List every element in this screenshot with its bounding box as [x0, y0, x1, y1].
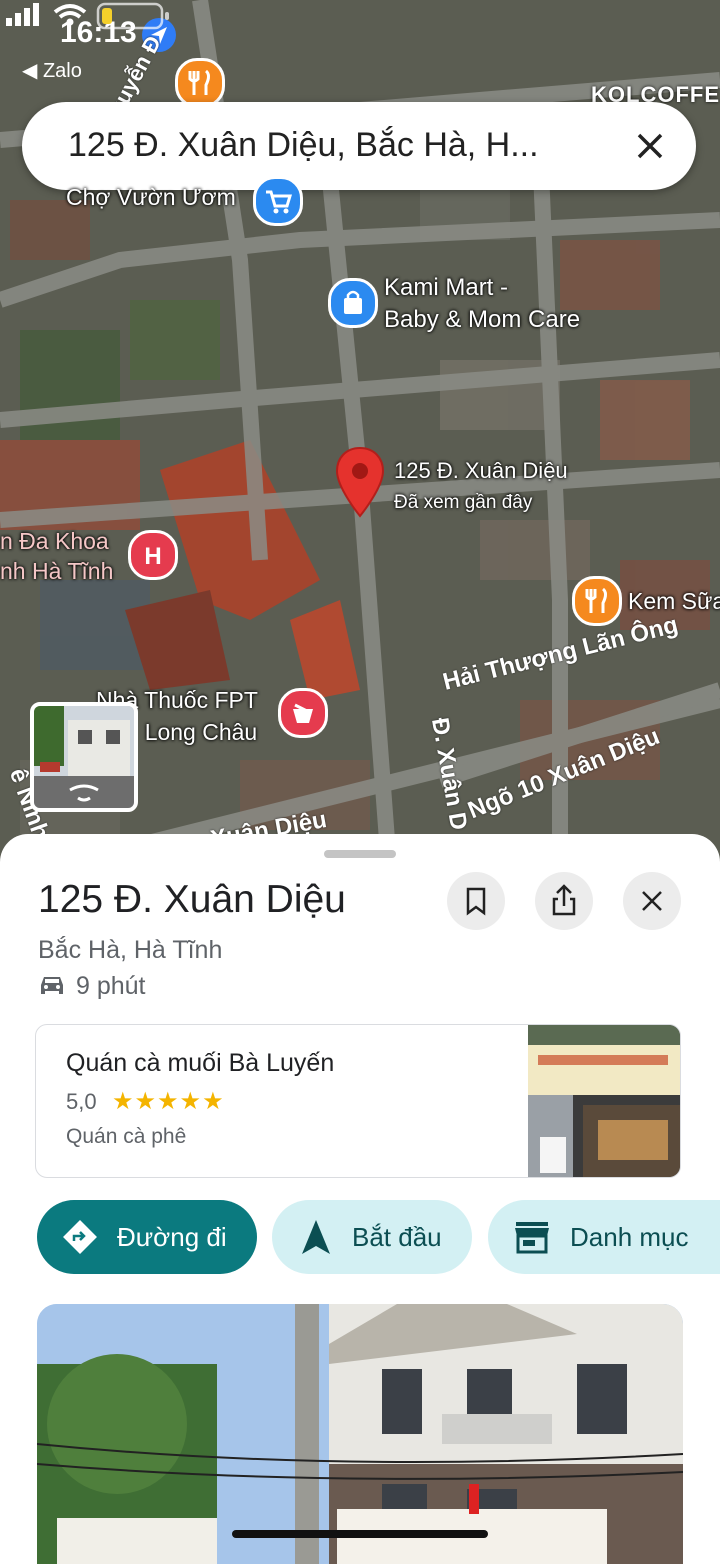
nearby-place-photo[interactable] — [528, 1025, 680, 1177]
directions-button[interactable]: Đường đi — [37, 1200, 257, 1274]
place-title: 125 Đ. Xuân Diệu — [38, 878, 346, 921]
selected-location-pin-icon[interactable] — [334, 446, 386, 518]
drive-time-text: 9 phút — [76, 972, 146, 1000]
directions-label: Đường đi — [117, 1222, 227, 1252]
poi-label-kami-mart[interactable]: Kami Mart - Baby & Mom Care — [384, 272, 580, 336]
catalog-button[interactable]: Danh mục — [488, 1200, 720, 1274]
rating-value: 5,0 — [66, 1089, 97, 1114]
rating-stars-icon: ★★★★★ — [112, 1088, 225, 1115]
poi-label-hospital[interactable]: n Đa Khoa nh Hà Tĩnh — [0, 526, 113, 586]
close-icon[interactable] — [626, 122, 674, 170]
nearby-place-card[interactable]: Quán cà muối Bà Luyến 5,0 ★★★★★ Quán cà … — [35, 1024, 681, 1178]
save-button[interactable] — [447, 872, 505, 930]
street-view-thumbnail[interactable] — [30, 702, 138, 812]
car-icon — [41, 977, 63, 994]
hospital-line-1: n Đa Khoa — [0, 528, 109, 554]
place-street-photo[interactable] — [37, 1304, 683, 1564]
svg-text:H: H — [144, 543, 161, 570]
start-label: Bắt đầu — [352, 1222, 442, 1252]
directions-icon — [63, 1220, 97, 1254]
start-navigation-button[interactable]: Bắt đầu — [272, 1200, 472, 1274]
share-icon — [552, 884, 576, 916]
back-to-app-link[interactable]: ◀ Zalo — [22, 58, 82, 83]
shopping-bag-icon[interactable] — [328, 278, 378, 328]
close-sheet-button[interactable] — [623, 872, 681, 930]
catalog-label: Danh mục — [570, 1222, 689, 1252]
storefront-icon — [515, 1222, 549, 1254]
selected-line-1: 125 Đ. Xuân Diệu — [394, 458, 568, 483]
kami-line-1: Kami Mart - — [384, 274, 509, 301]
shopping-cart-icon[interactable] — [253, 176, 303, 226]
poi-label-cho-vuon-uom[interactable]: Chợ Vườn Ươm — [66, 184, 236, 211]
nearby-place-name: Quán cà muối Bà Luyến — [66, 1049, 335, 1077]
place-bottom-sheet[interactable]: 125 Đ. Xuân Diệu Bắc Hà, Hà Tĩnh 9 phút … — [0, 834, 720, 1564]
system-status-icons — [6, 2, 169, 30]
restaurant-icon[interactable] — [175, 58, 225, 108]
nearby-place-category: Quán cà phê — [66, 1125, 187, 1148]
selected-line-2: Đã xem gần đây — [394, 492, 533, 513]
search-query[interactable]: 125 Đ. Xuân Diệu, Bắc Hà, H... — [68, 126, 588, 165]
status-bar: 16:13 ◀ Zalo — [0, 0, 720, 90]
place-address: Bắc Hà, Hà Tĩnh — [38, 936, 223, 964]
sheet-drag-handle[interactable] — [324, 850, 396, 858]
hospital-line-2: nh Hà Tĩnh — [0, 558, 114, 584]
restaurant-icon-kem[interactable] — [572, 576, 622, 626]
nearby-place-rating: 5,0 ★★★★★ — [66, 1088, 224, 1115]
search-bar[interactable]: 125 Đ. Xuân Diệu, Bắc Hà, H... — [22, 102, 696, 190]
navigation-arrow-icon — [302, 1220, 330, 1254]
satellite-map[interactable]: 16:13 ◀ Zalo KOLCOFFE Nguyễn Đ 125 Đ. Xu… — [0, 0, 720, 880]
bookmark-icon — [466, 887, 486, 916]
close-icon — [642, 891, 662, 911]
pharmacy-icon[interactable] — [278, 688, 328, 738]
home-indicator[interactable] — [232, 1530, 488, 1538]
kami-line-2: Baby & Mom Care — [384, 306, 581, 333]
hospital-icon[interactable]: H — [128, 530, 178, 580]
poi-label-selected[interactable]: 125 Đ. Xuân Diệu Đã xem gần đây — [394, 456, 568, 518]
share-button[interactable] — [535, 872, 593, 930]
